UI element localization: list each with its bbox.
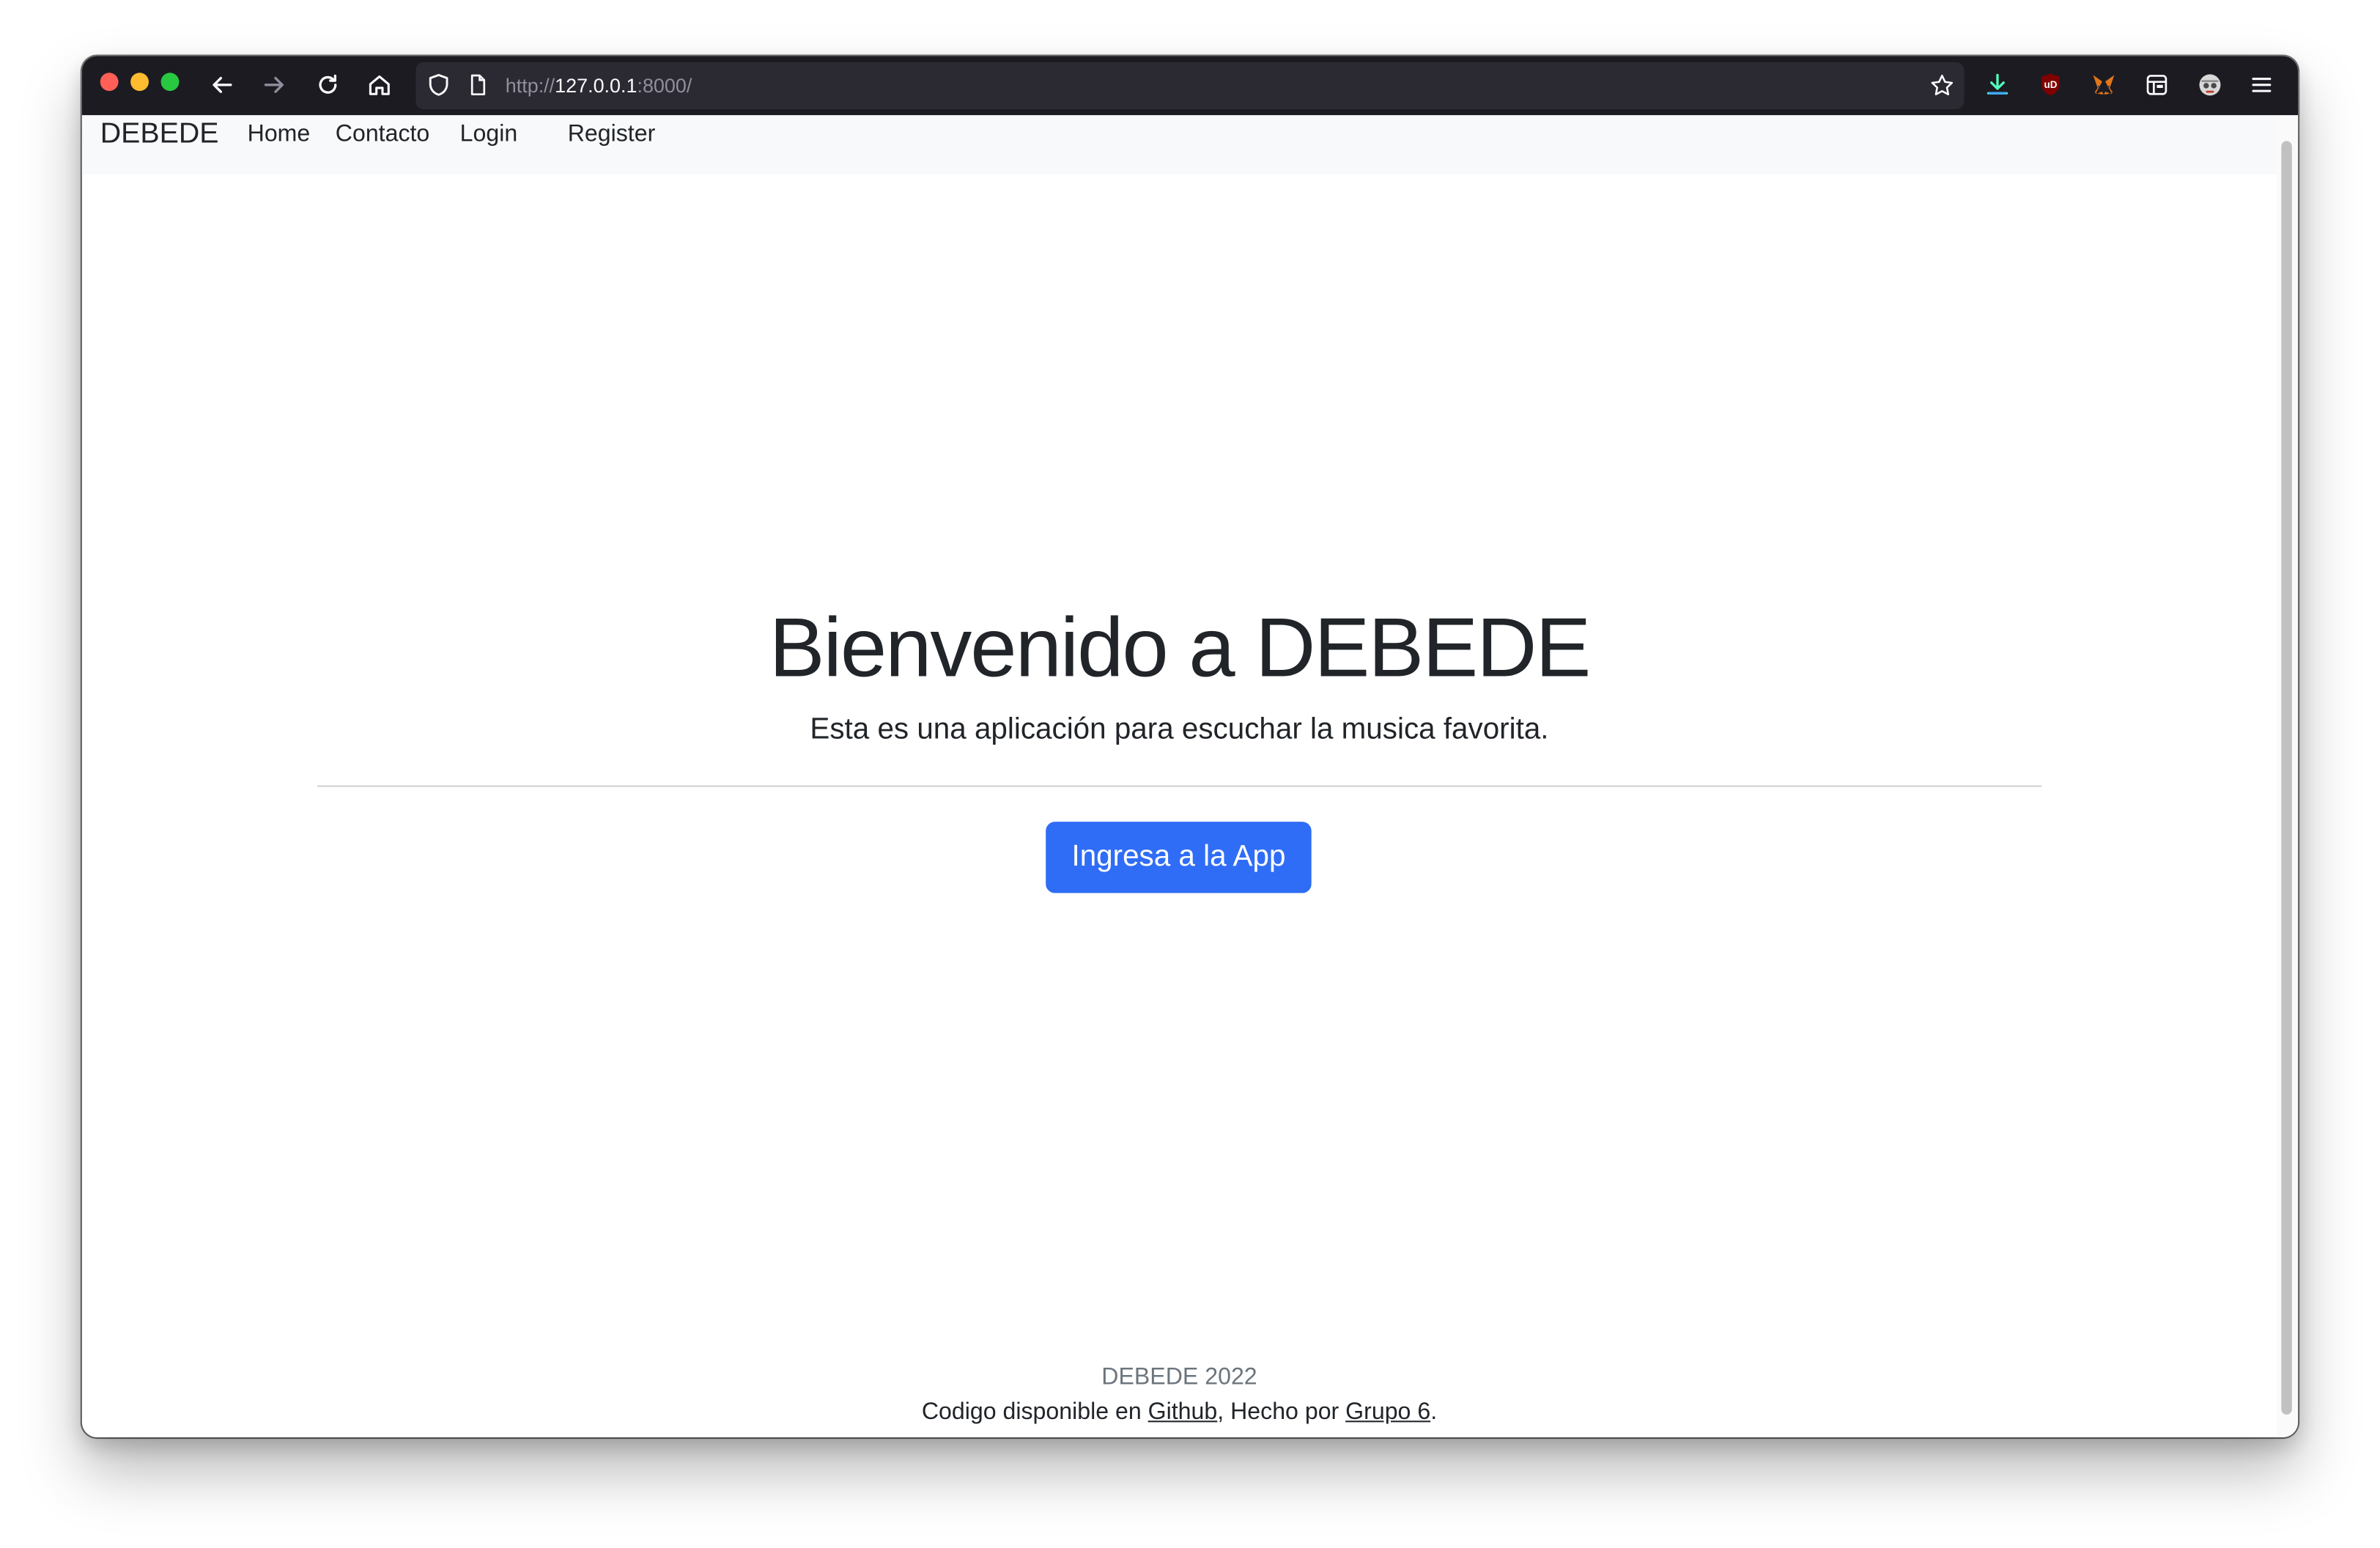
group-link[interactable]: Grupo 6 — [1345, 1399, 1430, 1425]
window-minimize-button[interactable] — [130, 73, 149, 92]
nav-link-login[interactable]: Login — [460, 115, 518, 155]
reader-extension-icon[interactable] — [2140, 68, 2174, 102]
metamask-icon[interactable] — [2087, 68, 2121, 102]
nav-link-contacto[interactable]: Contacto — [336, 115, 430, 155]
window-close-button[interactable] — [100, 73, 119, 92]
ublock-label: uD — [2044, 79, 2057, 90]
shield-icon[interactable] — [422, 68, 456, 102]
footer-credits-suffix: . — [1430, 1399, 1438, 1426]
back-arrow-icon[interactable] — [205, 68, 239, 102]
ublock-icon[interactable]: uD — [2034, 68, 2068, 102]
navbar-brand[interactable]: DEBEDE — [100, 115, 219, 155]
footer-credits: Codigo disponible en Github, Hecho por G… — [82, 1396, 2277, 1430]
footer-copyright: DEBEDE 2022 — [1101, 1364, 1257, 1390]
reload-icon[interactable] — [311, 68, 345, 102]
forward-arrow-icon[interactable] — [258, 68, 292, 102]
url-host: 127.0.0.1 — [555, 74, 638, 97]
nav-link-home[interactable]: Home — [248, 115, 311, 155]
footer-credits-middle: , Hecho por — [1217, 1399, 1346, 1426]
profile-extension-icon[interactable] — [2193, 68, 2227, 102]
site-navbar: DEBEDE Home Contacto Login Register — [81, 115, 2277, 174]
download-icon[interactable] — [1981, 68, 2014, 102]
address-bar[interactable]: http://127.0.0.1:8000/ — [415, 62, 1965, 109]
star-icon[interactable] — [1925, 68, 1959, 102]
browser-toolbar: http://127.0.0.1:8000/ uD — [81, 56, 2299, 116]
screenshot-stage: http://127.0.0.1:8000/ uD DEBEDE Home Co… — [0, 0, 2380, 1548]
hero-divider — [317, 785, 2042, 787]
github-link[interactable]: Github — [1148, 1399, 1218, 1425]
window-maximize-button[interactable] — [160, 73, 180, 92]
url-port-path: :8000/ — [637, 74, 692, 97]
footer-credits-prefix: Codigo disponible en — [921, 1399, 1148, 1426]
url-scheme: http:// — [505, 74, 555, 97]
page-icon[interactable] — [462, 68, 495, 102]
browser-window: http://127.0.0.1:8000/ uD DEBEDE Home Co… — [81, 56, 2299, 1438]
hamburger-menu-icon[interactable] — [2245, 68, 2279, 102]
hero-title: Bienvenido a DEBEDE — [769, 600, 1592, 695]
url-text[interactable]: http://127.0.0.1:8000/ — [506, 62, 692, 109]
home-icon[interactable] — [363, 68, 396, 102]
nav-link-register[interactable]: Register — [568, 115, 656, 155]
scrollbar-thumb[interactable] — [2281, 141, 2292, 1415]
page-scrollbar[interactable] — [2277, 115, 2299, 1438]
enter-app-button[interactable]: Ingresa a la App — [1046, 822, 1312, 893]
hero-lead: Esta es una aplicación para escuchar la … — [810, 712, 1549, 746]
